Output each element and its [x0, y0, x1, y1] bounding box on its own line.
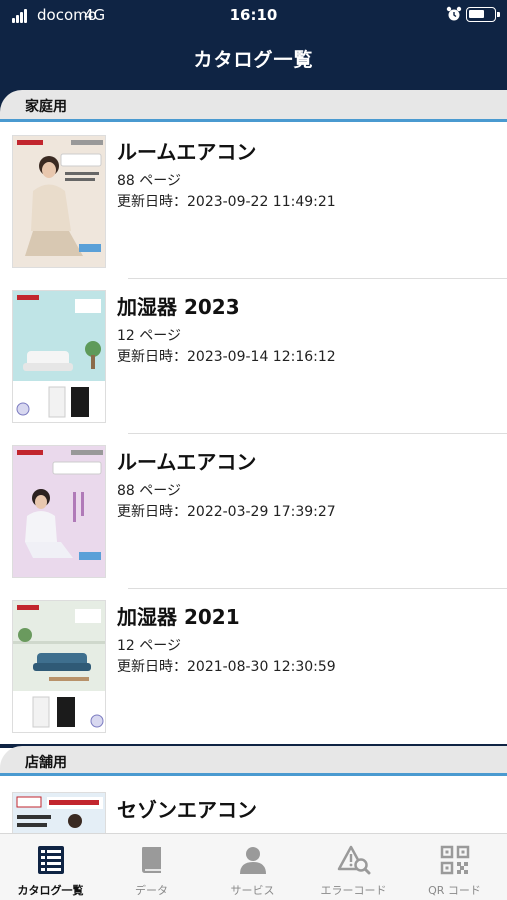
error-search-icon: [337, 845, 371, 875]
top-bar: docomo 4G 16:10 カタログ一覧: [0, 0, 507, 90]
status-bar: docomo 4G 16:10: [0, 0, 507, 32]
tab-error-code[interactable]: エラーコード: [303, 834, 404, 900]
page-count: 88 ページ: [117, 483, 181, 499]
catalog-cover-thumbnail: [12, 792, 106, 833]
qr-code-icon: [440, 845, 470, 875]
tab-bar: カタログ一覧 データ サービス エラーコード QR コード: [0, 833, 507, 900]
updated-datetime: 更新日時：2021-08-30 12:30:59: [117, 659, 336, 675]
catalog-cover-thumbnail: [12, 135, 106, 268]
catalog-item[interactable]: ルームエアコン 88 ページ 更新日時：2022-03-29 17:39:27: [0, 434, 507, 589]
section-header-store: 店舗用: [0, 744, 507, 776]
catalog-item[interactable]: ルームエアコン 88 ページ 更新日時：2023-09-22 11:49:21: [0, 124, 507, 279]
section-label: 店舗用: [25, 755, 67, 771]
page-count: 88 ページ: [117, 173, 181, 189]
catalog-title: ルームエアコン: [117, 140, 257, 164]
catalog-title: 加湿器 2023: [117, 295, 240, 319]
catalog-title: ルームエアコン: [117, 450, 257, 474]
catalog-cover-thumbnail: [12, 445, 106, 578]
tab-label: カタログ一覧: [17, 884, 84, 897]
tab-label: エラーコード: [320, 884, 387, 897]
clock: 16:10: [229, 6, 278, 24]
catalog-item[interactable]: 加湿器 2023 12 ページ 更新日時：2023-09-14 12:16:12: [0, 279, 507, 434]
tab-data[interactable]: データ: [101, 834, 202, 900]
section-label: 家庭用: [25, 99, 67, 115]
tab-label: データ: [135, 884, 168, 897]
catalog-item[interactable]: 加湿器 2021 12 ページ 更新日時：2021-08-30 12:30:59: [0, 589, 507, 744]
section-header-home: 家庭用: [0, 90, 507, 122]
battery-icon: [466, 7, 500, 22]
alarm-icon: [446, 6, 462, 21]
updated-datetime: 更新日時：2022-03-29 17:39:27: [117, 504, 336, 520]
updated-datetime: 更新日時：2023-09-14 12:16:12: [117, 349, 336, 365]
updated-datetime: 更新日時：2023-09-22 11:49:21: [117, 194, 336, 210]
tab-service[interactable]: サービス: [202, 834, 303, 900]
person-icon: [240, 847, 266, 874]
tab-qr-code[interactable]: QR コード: [404, 834, 505, 900]
catalog-cover-thumbnail: [12, 290, 106, 423]
page-count: 12 ページ: [117, 328, 181, 344]
catalog-icon: [38, 846, 64, 874]
page-title: カタログ一覧: [193, 49, 314, 71]
book-icon: [142, 847, 161, 873]
tab-label: QR コード: [428, 884, 481, 897]
page-count: 12 ページ: [117, 638, 181, 654]
catalog-title: セゾンエアコン: [117, 798, 257, 822]
catalog-cover-thumbnail: [12, 600, 106, 733]
tab-label: サービス: [230, 884, 275, 897]
catalog-title: 加湿器 2021: [117, 605, 240, 629]
catalog-item[interactable]: セゾンエアコン: [0, 778, 507, 833]
tab-catalog-list[interactable]: カタログ一覧: [0, 834, 101, 900]
